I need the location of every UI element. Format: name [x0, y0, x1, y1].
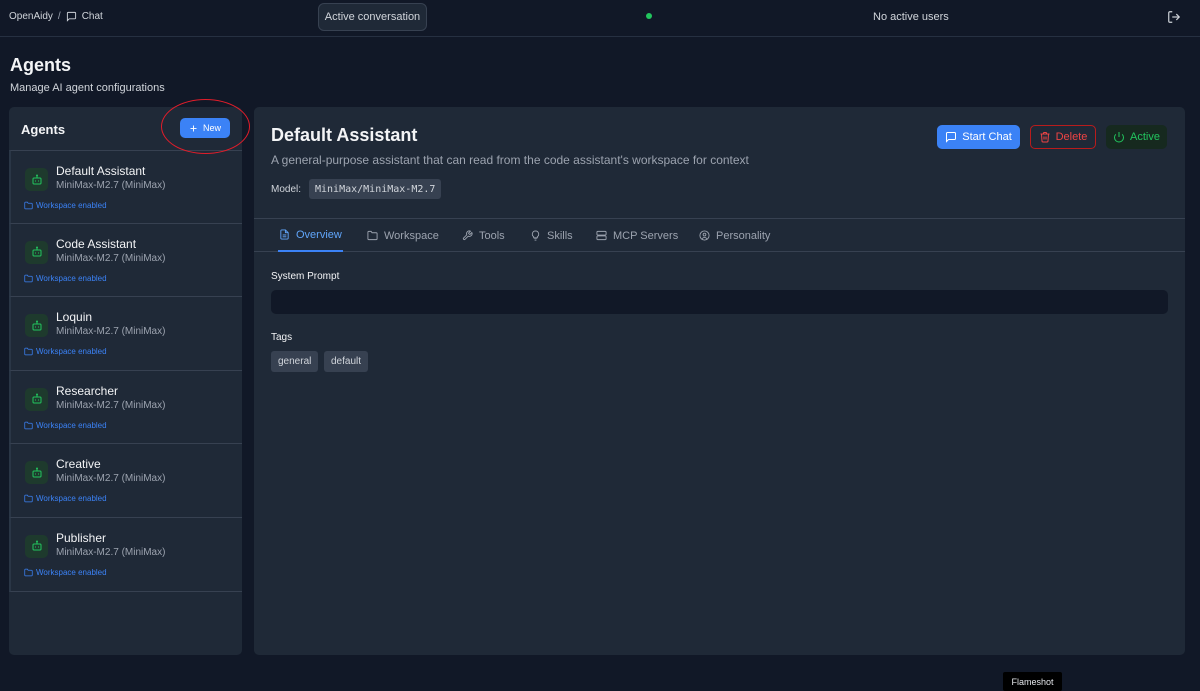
agent-model: MiniMax-M2.7 (MiniMax): [56, 473, 166, 485]
power-icon: [1113, 131, 1125, 143]
agent-list-item[interactable]: Code Assistant MiniMax-M2.7 (MiniMax) Work…: [9, 223, 242, 298]
workspace-label: Workspace enabled: [36, 273, 107, 283]
workspace-label: Workspace enabled: [36, 494, 107, 504]
tab-label: Workspace: [384, 229, 439, 242]
lightbulb-icon: [530, 230, 541, 241]
bot-icon: [25, 168, 48, 191]
workspace-status: Workspace enabled: [24, 568, 107, 577]
tag-chip: default: [324, 351, 369, 372]
flameshot-tooltip: Flameshot: [1003, 672, 1062, 691]
active-users-status: No active users: [873, 11, 949, 23]
bot-icon: [25, 387, 48, 411]
user-circle-icon: [699, 230, 710, 241]
delete-button[interactable]: Delete: [1030, 125, 1096, 149]
agent-name: Creative: [56, 457, 101, 472]
tab-workspace[interactable]: Workspace: [366, 219, 440, 252]
model-label: Model:: [271, 184, 302, 195]
start-chat-button[interactable]: Start Chat: [937, 125, 1020, 149]
agent-name: Loquin: [56, 310, 93, 325]
workspace-status: Workspace enabled: [24, 201, 107, 210]
start-chat-label: Start Chat: [962, 131, 1012, 143]
agent-model: MiniMax-M2.7 (MiniMax): [56, 326, 166, 338]
breadcrumb-separator: /: [57, 11, 61, 22]
page-title: Agents: [10, 55, 72, 75]
system-prompt-label: System Prompt: [271, 271, 340, 282]
agent-list-item[interactable]: Loquin MiniMax-M2.7 (MiniMax) Workspace en…: [9, 297, 242, 371]
agent-description: A general-purpose assistant that can rea…: [271, 153, 749, 167]
logout-icon[interactable]: [1167, 10, 1181, 24]
tab-skills[interactable]: Skills: [529, 219, 574, 252]
agent-list-item[interactable]: Researcher MiniMax-M2.7 (MiniMax) Workspac…: [9, 370, 242, 445]
delete-label: Delete: [1055, 131, 1088, 143]
trash-icon: [1039, 131, 1051, 143]
tab-mcp-servers[interactable]: MCP Servers: [595, 219, 679, 252]
model-value: MiniMax/MiniMax-M2.7: [309, 179, 442, 199]
agent-model: MiniMax-M2.7 (MiniMax): [56, 546, 166, 558]
sidebar-title: Agents: [21, 122, 66, 137]
agent-detail-panel: Default Assistant A general-purpose assi…: [254, 107, 1185, 655]
document-icon: [279, 229, 290, 240]
workspace-label: Workspace enabled: [36, 201, 107, 210]
breadcrumb-app-name[interactable]: OpenAidy: [9, 11, 53, 22]
tab-overview[interactable]: Overview: [278, 219, 343, 252]
folder-icon: [24, 201, 33, 210]
agent-name: Code Assistant: [56, 236, 137, 251]
workspace-label: Workspace enabled: [36, 567, 107, 577]
new-agent-button[interactable]: New: [180, 118, 230, 138]
tag-chip: general: [271, 351, 319, 372]
active-status-label: Active: [1130, 131, 1160, 143]
agent-list-item[interactable]: Creative MiniMax-M2.7 (MiniMax) Workspace …: [9, 444, 242, 518]
connection-status-dot: [646, 13, 652, 19]
agent-title: Default Assistant: [271, 125, 418, 145]
workspace-status: Workspace enabled: [24, 494, 107, 503]
plus-icon: [189, 124, 198, 133]
bot-icon: [25, 534, 48, 558]
tab-label: MCP Servers: [613, 229, 679, 242]
folder-icon: [24, 494, 33, 503]
top-bar: OpenAidy / Chat Active conversation No a…: [0, 0, 1200, 37]
bot-icon: [25, 314, 48, 338]
agent-list-item[interactable]: Default Assistant MiniMax-M2.7 (MiniMax) W…: [9, 150, 242, 224]
bot-icon: [25, 461, 48, 485]
wrench-icon: [462, 230, 473, 241]
folder-icon: [24, 274, 33, 283]
workspace-label: Workspace enabled: [36, 420, 107, 430]
tab-tools[interactable]: Tools: [461, 219, 506, 252]
agents-sidebar: Agents Default Assistant MiniMax-M2.7 (Mi…: [9, 107, 242, 655]
folder-icon: [24, 568, 33, 577]
tab-label: Overview: [296, 228, 342, 241]
agent-list: Default Assistant MiniMax-M2.7 (MiniMax) W…: [9, 150, 242, 592]
agent-model: MiniMax-M2.7 (MiniMax): [56, 252, 166, 264]
workspace-label: Workspace enabled: [36, 347, 107, 357]
folder-icon: [367, 230, 378, 241]
workspace-status: Workspace enabled: [24, 274, 107, 283]
active-conversation-button[interactable]: Active conversation: [318, 3, 427, 31]
folder-icon: [24, 347, 33, 356]
agent-name: Publisher: [56, 530, 107, 545]
agent-list-item[interactable]: Publisher MiniMax-M2.7 (MiniMax) Workspace…: [9, 517, 242, 592]
workspace-status: Workspace enabled: [24, 347, 107, 356]
chat-icon: [66, 11, 77, 22]
system-prompt-box: [271, 290, 1168, 314]
agent-name: Default Assistant: [56, 164, 146, 178]
workspace-status: Workspace enabled: [24, 421, 107, 430]
new-agent-label: New: [202, 123, 221, 133]
bot-icon: [25, 240, 48, 264]
detail-tabs: Overview Workspace Tools Skills MCP Serv…: [254, 218, 1185, 252]
folder-icon: [24, 421, 33, 430]
tab-personality[interactable]: Personality: [698, 219, 771, 252]
active-status-toggle[interactable]: Active: [1106, 125, 1167, 149]
tab-label: Skills: [547, 229, 573, 242]
breadcrumb-section[interactable]: Chat: [82, 11, 103, 22]
tab-label: Tools: [479, 229, 505, 242]
breadcrumb: OpenAidy / Chat: [9, 11, 103, 22]
agent-model: MiniMax-M2.7 (MiniMax): [56, 399, 166, 411]
page-subtitle: Manage AI agent configurations: [10, 82, 165, 94]
server-icon: [596, 230, 607, 241]
tab-label: Personality: [716, 229, 771, 242]
tags-label: Tags: [271, 332, 293, 343]
agent-model: MiniMax-M2.7 (MiniMax): [56, 180, 166, 191]
agent-name: Researcher: [56, 383, 119, 398]
message-icon: [945, 131, 957, 143]
